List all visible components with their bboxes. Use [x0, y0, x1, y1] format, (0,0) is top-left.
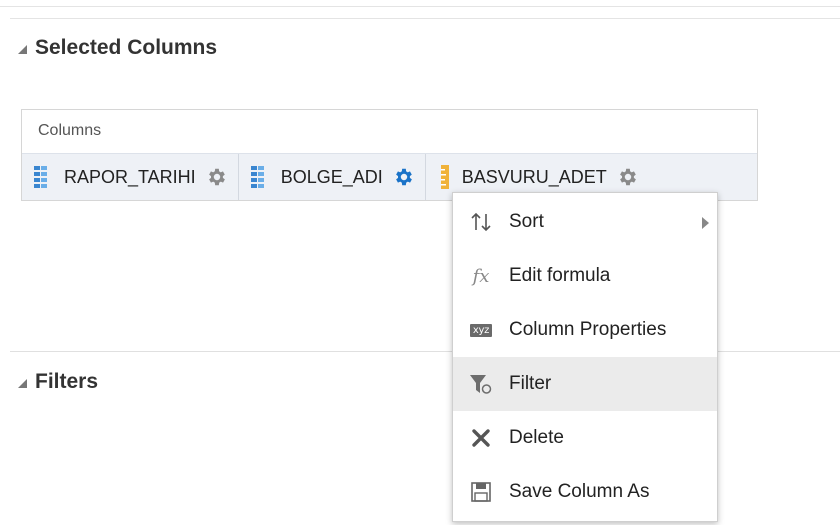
filters-title: Filters	[35, 370, 99, 393]
menu-item-save-column-as[interactable]: Save Column As	[453, 465, 717, 519]
gear-icon-active[interactable]	[393, 166, 415, 188]
column-name: BOLGE_ADI	[280, 166, 383, 187]
selected-columns-title: Selected Columns	[35, 36, 218, 59]
menu-item-delete[interactable]: Delete	[453, 411, 717, 465]
columns-label: Columns	[38, 122, 102, 139]
gear-icon[interactable]	[206, 166, 228, 188]
grid-column-icon	[250, 166, 271, 188]
sort-arrows-icon	[468, 209, 494, 235]
top-divider-secondary	[10, 18, 840, 19]
column-context-menu: Sort fx Edit formula xyz Column Properti…	[452, 192, 718, 522]
delete-x-icon	[468, 425, 494, 451]
save-disk-icon	[468, 479, 494, 505]
ruler-measure-icon	[438, 165, 452, 189]
menu-item-sort[interactable]: Sort	[453, 195, 717, 249]
menu-item-column-properties[interactable]: xyz Column Properties	[453, 303, 717, 357]
column-name: RAPOR_TARIHI	[64, 166, 196, 187]
columns-panel: Columns RAPOR_TARIHI BOLGE_ADI BASVURU_A…	[21, 109, 758, 201]
menu-label: Sort	[509, 211, 544, 232]
menu-item-filter[interactable]: Filter	[453, 357, 717, 411]
filters-header[interactable]: Filters	[18, 370, 98, 394]
menu-label: Save Column As	[509, 481, 650, 502]
menu-label: Column Properties	[509, 319, 667, 340]
collapse-triangle-icon[interactable]	[18, 379, 27, 388]
column-item-bolge-adi[interactable]: BOLGE_ADI	[239, 154, 426, 200]
menu-label: Delete	[509, 427, 564, 448]
menu-item-edit-formula[interactable]: fx Edit formula	[453, 249, 717, 303]
column-item-rapor-tarihi[interactable]: RAPOR_TARIHI	[22, 154, 239, 200]
selected-columns-header[interactable]: Selected Columns	[18, 36, 217, 60]
top-divider	[0, 6, 840, 7]
gear-icon[interactable]	[617, 166, 639, 188]
xyz-properties-icon: xyz	[468, 317, 494, 343]
collapse-triangle-icon[interactable]	[18, 45, 27, 54]
report-editor-page: Selected Columns Columns RAPOR_TARIHI BO…	[0, 0, 840, 525]
submenu-arrow-icon	[702, 217, 709, 229]
grid-column-icon	[34, 166, 54, 188]
filter-funnel-icon	[468, 371, 494, 397]
column-name: BASVURU_ADET	[461, 166, 607, 187]
menu-label: Edit formula	[509, 265, 611, 286]
menu-label: Filter	[509, 373, 552, 394]
fx-icon: fx	[472, 265, 490, 287]
